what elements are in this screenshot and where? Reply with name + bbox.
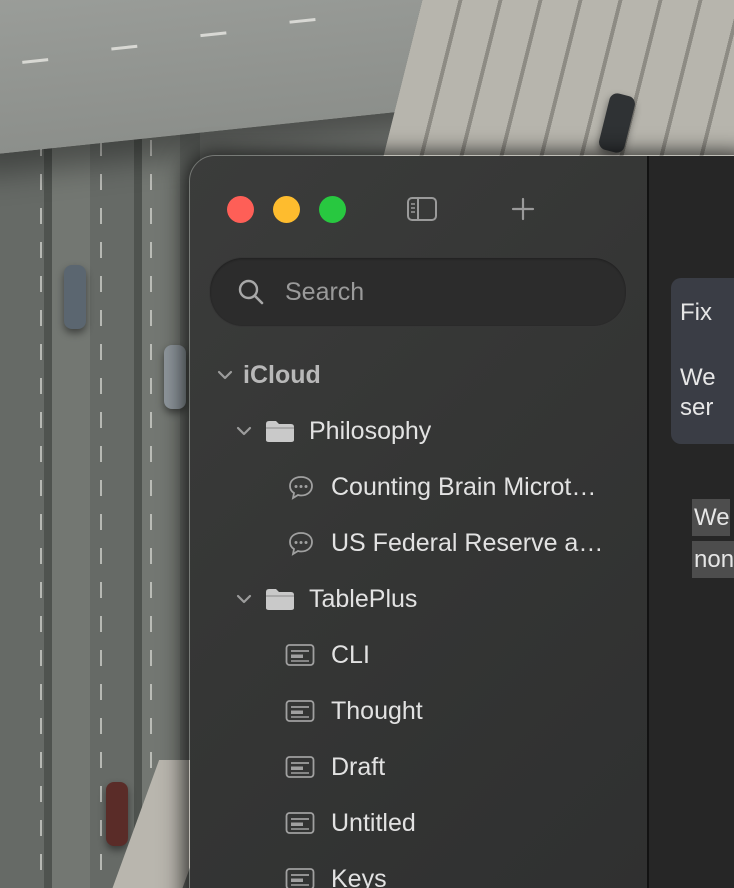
minimize-button[interactable]	[273, 196, 300, 223]
account-row-icloud[interactable]: iCloud	[190, 350, 647, 400]
folder-icon	[264, 585, 296, 613]
search-icon	[237, 278, 265, 306]
note-label: Draft	[331, 752, 386, 781]
close-button[interactable]	[227, 196, 254, 223]
new-note-button[interactable]	[506, 193, 540, 225]
note-icon	[284, 753, 316, 781]
folder-label: TablePlus	[309, 584, 418, 613]
note-row[interactable]: Draft	[190, 742, 647, 792]
card-line: We	[680, 364, 716, 391]
note-label: Counting Brain Microt…	[331, 472, 597, 501]
note-label: Thought	[331, 696, 423, 725]
lane-marking	[150, 140, 152, 888]
note-label: Untitled	[331, 808, 416, 837]
sidebar: iCloud Philosophy Counting Brain Microt……	[190, 156, 647, 888]
highlighted-text[interactable]: We	[692, 499, 730, 536]
lane-marking	[40, 140, 42, 888]
note-row[interactable]: Untitled	[190, 798, 647, 848]
note-icon	[284, 865, 316, 888]
note-label: US Federal Reserve a…	[331, 528, 604, 557]
highlighted-text[interactable]: non	[692, 541, 734, 578]
car	[164, 345, 186, 409]
chevron-down-icon[interactable]	[234, 421, 254, 441]
car	[106, 782, 128, 846]
card-line: ser	[680, 394, 714, 421]
note-row[interactable]: Keys	[190, 854, 647, 888]
folder-row-philosophy[interactable]: Philosophy	[190, 406, 647, 456]
chevron-down-icon[interactable]	[234, 589, 254, 609]
note-content: Fix We ser We non	[649, 156, 734, 888]
account-label: iCloud	[243, 360, 321, 389]
note-label: CLI	[331, 640, 370, 669]
folder-icon	[264, 417, 296, 445]
note-label: Keys	[331, 864, 387, 888]
card-title: Fix	[680, 299, 712, 326]
search-field[interactable]	[209, 257, 627, 327]
search-input[interactable]	[283, 276, 607, 308]
note-icon	[284, 641, 316, 669]
note-row[interactable]: Counting Brain Microt…	[190, 462, 647, 512]
note-row[interactable]: Thought	[190, 686, 647, 736]
folder-label: Philosophy	[309, 416, 432, 445]
card-body: We ser	[680, 363, 734, 423]
car	[64, 265, 86, 329]
notes-window: iCloud Philosophy Counting Brain Microt……	[189, 155, 734, 888]
note-icon	[284, 697, 316, 725]
sidebar-toggle-button[interactable]	[405, 193, 439, 225]
chat-bubble-icon	[285, 473, 317, 501]
folder-row-tableplus[interactable]: TablePlus	[190, 574, 647, 624]
sidebar-icon	[407, 197, 437, 221]
note-row[interactable]: CLI	[190, 630, 647, 680]
zoom-button[interactable]	[319, 196, 346, 223]
chevron-down-icon[interactable]	[215, 365, 235, 385]
note-row[interactable]: US Federal Reserve a…	[190, 518, 647, 568]
chat-bubble-icon	[285, 529, 317, 557]
plus-icon	[511, 197, 535, 221]
note-icon	[284, 809, 316, 837]
lane-marking	[100, 140, 102, 888]
